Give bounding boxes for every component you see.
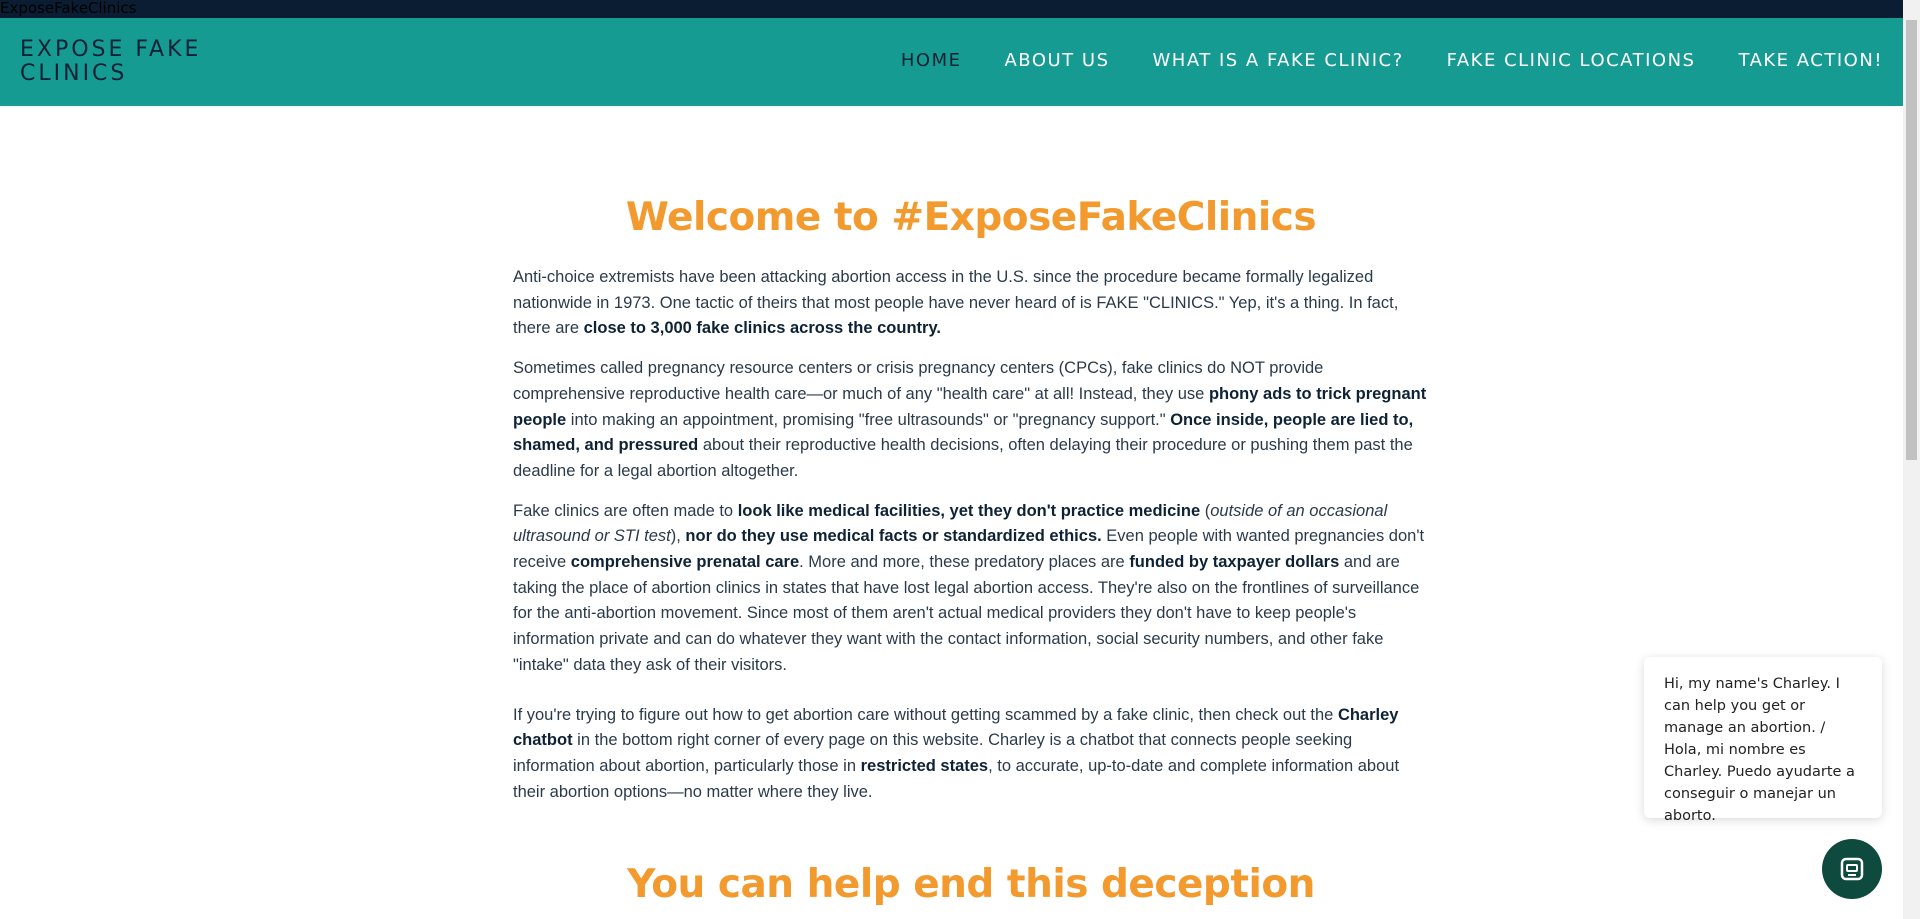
nav-take-action[interactable]: TAKE ACTION!	[1738, 50, 1883, 71]
intro-paragraph: Anti-choice extremists have been attacki…	[513, 268, 1399, 338]
chat-icon	[1840, 857, 1864, 881]
site-header: EXPOSE FAKE CLINICS HOME ABOUT US WHAT I…	[0, 18, 1903, 106]
nav-fake-clinic-locations[interactable]: FAKE CLINIC LOCATIONS	[1447, 50, 1696, 71]
medical-paragraph: Fake clinics are often made to look like…	[513, 501, 1425, 674]
help-heading: You can help end this deception	[627, 862, 1315, 907]
page-scrollbar[interactable]	[1903, 0, 1920, 919]
nav-home[interactable]: HOME	[901, 50, 962, 71]
main-nav: HOME ABOUT US WHAT IS A FAKE CLINIC? FAK…	[901, 50, 1883, 71]
window-title: ExposeFakeClinics	[0, 0, 137, 17]
cpc-paragraph: Sometimes called pregnancy resource cent…	[513, 359, 1427, 480]
nav-what-is-fake-clinic[interactable]: WHAT IS A FAKE CLINIC?	[1153, 50, 1404, 71]
welcome-heading: Welcome to #ExposeFakeClinics	[625, 195, 1317, 240]
site-logo[interactable]: EXPOSE FAKE CLINICS	[20, 38, 220, 86]
nav-about-us[interactable]: ABOUT US	[1004, 50, 1109, 71]
chat-launcher-button[interactable]	[1822, 839, 1882, 899]
charley-paragraph: If you're trying to figure out how to ge…	[513, 705, 1400, 801]
scrollbar-thumb[interactable]	[1906, 20, 1917, 460]
main-content: Welcome to #ExposeFakeClinics Anti-choic…	[513, 195, 1429, 819]
window-title-bar: ExposeFakeClinics	[0, 0, 1920, 18]
chat-greeting-bubble[interactable]: Hi, my name's Charley. I can help you ge…	[1644, 657, 1882, 824]
